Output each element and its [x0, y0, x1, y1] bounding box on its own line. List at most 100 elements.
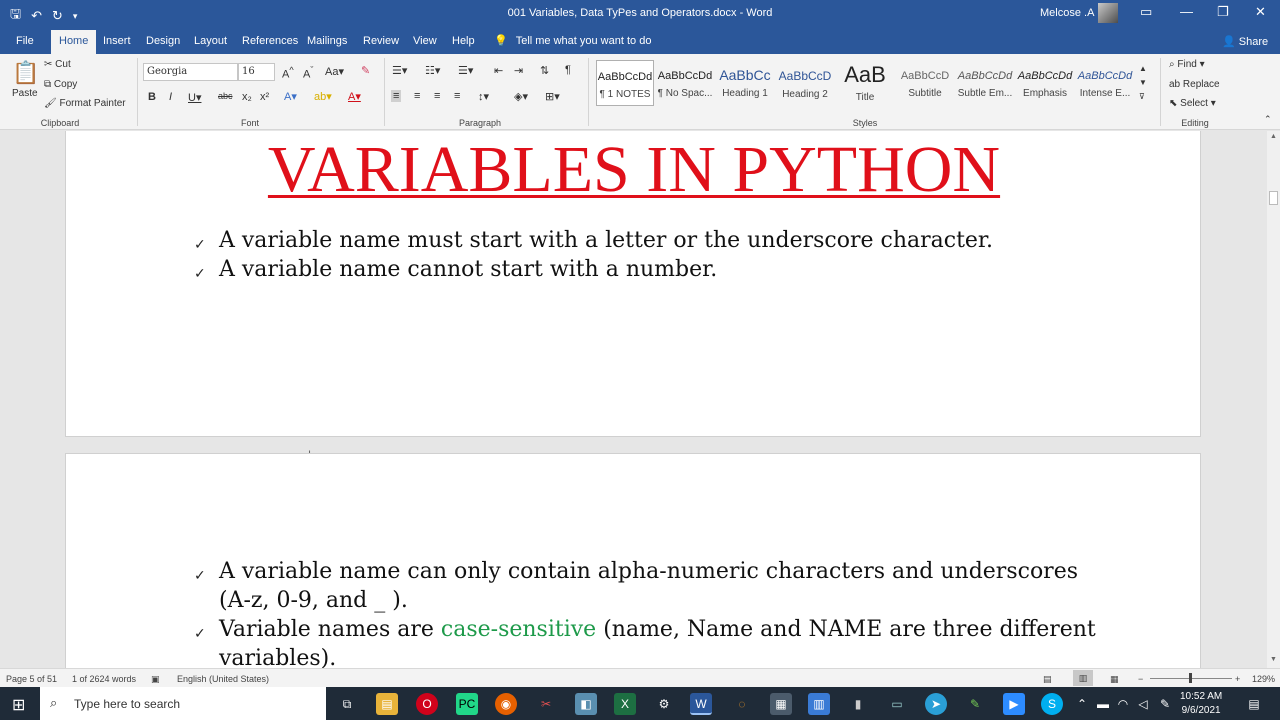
page[interactable]: ✓ A variable name can only contain alpha…: [65, 453, 1201, 668]
user-name[interactable]: Melcose .A: [1040, 7, 1094, 19]
style-heading-1[interactable]: AaBbCc Heading 1: [716, 60, 774, 106]
word-count[interactable]: 1 of 2624 words: [72, 674, 136, 684]
font-size-combo[interactable]: 16: [238, 63, 275, 81]
firefox-icon[interactable]: ◉: [495, 693, 517, 715]
chevron-up-icon[interactable]: ⌃: [1074, 693, 1090, 715]
app-icon[interactable]: ▭: [886, 693, 908, 715]
decrease-indent-icon[interactable]: ⇤: [494, 64, 503, 77]
zoom-out-icon[interactable]: −: [1138, 674, 1143, 684]
page[interactable]: VARIABLES IN PYTHON ✓ A variable name mu…: [65, 131, 1201, 437]
notifications-icon[interactable]: ▤: [1243, 693, 1265, 715]
excel-icon[interactable]: X: [614, 693, 636, 715]
find-button[interactable]: ⌕ Find ▾: [1169, 59, 1205, 70]
image-viewer-icon[interactable]: ✎: [964, 693, 986, 715]
grow-font-icon[interactable]: A^: [282, 65, 294, 81]
tab-home[interactable]: Home: [51, 30, 97, 54]
paste-button[interactable]: Paste: [12, 88, 38, 99]
skype-icon[interactable]: S: [1041, 693, 1063, 715]
avatar[interactable]: [1098, 3, 1118, 23]
multilevel-list-icon[interactable]: ☰▾: [458, 64, 473, 77]
app-icon[interactable]: ▥: [808, 693, 830, 715]
tab-file[interactable]: File: [16, 35, 34, 47]
scroll-up-icon[interactable]: ▲: [1270, 133, 1277, 140]
styles-gallery-scroll-icon[interactable]: ▲ ▼ ⊽: [1139, 62, 1147, 104]
clear-formatting-icon[interactable]: ✎: [361, 64, 370, 77]
tab-view[interactable]: View: [413, 35, 437, 47]
tell-me-box[interactable]: 💡 Tell me what you want to do: [494, 34, 651, 48]
file-explorer-icon[interactable]: ▤: [376, 693, 398, 715]
select-button[interactable]: ⬉ Select ▾: [1169, 98, 1216, 109]
style-subtitle[interactable]: AaBbCcD Subtitle: [896, 60, 954, 106]
task-view-icon[interactable]: ⧉: [336, 693, 358, 715]
increase-indent-icon[interactable]: ⇥: [514, 64, 523, 77]
calculator-icon[interactable]: ▦: [770, 693, 792, 715]
shading-icon[interactable]: ◈▾: [514, 90, 528, 103]
tab-help[interactable]: Help: [452, 35, 475, 47]
style-emphasis[interactable]: AaBbCcDd Emphasis: [1016, 60, 1074, 106]
tab-mailings[interactable]: Mailings: [307, 35, 347, 47]
subscript-icon[interactable]: x₂: [242, 91, 252, 103]
jupyter-icon[interactable]: ◌: [731, 693, 753, 715]
pen-icon[interactable]: ✎: [1156, 693, 1174, 715]
style-intense-emphasis[interactable]: AaBbCcDd Intense E...: [1076, 60, 1134, 106]
numbering-icon[interactable]: ☷▾: [425, 64, 440, 77]
copy-button[interactable]: ⧉ Copy: [44, 79, 77, 90]
underline-icon[interactable]: U▾: [188, 91, 201, 104]
device-icon[interactable]: ▮: [847, 693, 869, 715]
style-no-spacing[interactable]: AaBbCcDd ¶ No Spac...: [656, 60, 714, 106]
minimize-icon[interactable]: —: [1180, 4, 1193, 19]
windows-start-icon[interactable]: ⊞: [12, 695, 25, 715]
paste-icon[interactable]: 📋: [12, 60, 39, 86]
page-count[interactable]: Page 5 of 51: [6, 674, 57, 684]
bold-icon[interactable]: B: [148, 91, 156, 103]
text-effects-icon[interactable]: A▾: [284, 90, 297, 103]
tab-review[interactable]: Review: [363, 35, 399, 47]
app-icon[interactable]: ◧: [575, 693, 597, 715]
change-case-icon[interactable]: Aa▾: [325, 65, 344, 78]
bullets-icon[interactable]: ☰▾: [392, 64, 407, 77]
taskbar-search[interactable]: ⌕ Type here to search: [40, 687, 326, 720]
snipping-tool-icon[interactable]: ✂: [535, 693, 557, 715]
style-title[interactable]: AaB Title: [836, 60, 894, 106]
highlight-icon[interactable]: ab▾: [314, 90, 332, 103]
show-formatting-icon[interactable]: ¶: [565, 64, 571, 76]
zoom-level[interactable]: 129%: [1252, 674, 1275, 684]
settings-icon[interactable]: ⚙: [653, 693, 675, 715]
cut-button[interactable]: ✂ Cut: [44, 59, 71, 70]
italic-icon[interactable]: I: [169, 91, 172, 103]
zoom-slider-thumb[interactable]: [1189, 673, 1192, 683]
tab-layout[interactable]: Layout: [194, 35, 227, 47]
print-layout-icon[interactable]: ▥: [1073, 670, 1093, 686]
maximize-icon[interactable]: ❐: [1217, 4, 1229, 20]
superscript-icon[interactable]: x²: [260, 91, 269, 103]
line-spacing-icon[interactable]: ↕▾: [478, 90, 489, 103]
tab-design[interactable]: Design: [146, 35, 180, 47]
borders-icon[interactable]: ⊞▾: [545, 90, 560, 103]
opera-icon[interactable]: O: [416, 693, 438, 715]
strikethrough-icon[interactable]: abc: [218, 91, 233, 101]
align-center-icon[interactable]: ≡: [414, 90, 420, 102]
style-1-notes[interactable]: AaBbCcDd ¶ 1 NOTES: [596, 60, 654, 106]
zoom-icon[interactable]: ▶: [1003, 693, 1025, 715]
close-icon[interactable]: ✕: [1255, 4, 1266, 20]
collapse-ribbon-icon[interactable]: ⌃: [1264, 114, 1272, 125]
word-icon[interactable]: W: [690, 693, 712, 715]
volume-icon[interactable]: ◁: [1134, 693, 1152, 715]
replace-button[interactable]: ab Replace: [1169, 79, 1220, 90]
tab-references[interactable]: References: [242, 35, 298, 47]
tab-insert[interactable]: Insert: [103, 35, 131, 47]
align-right-icon[interactable]: ≡: [434, 90, 440, 102]
scrollbar-thumb[interactable]: [1269, 191, 1278, 205]
align-left-icon[interactable]: ≡: [391, 90, 402, 102]
font-name-combo[interactable]: Georgia: [143, 63, 238, 81]
proofing-icon[interactable]: ▣: [151, 674, 160, 685]
read-mode-icon[interactable]: ▤: [1043, 674, 1052, 685]
telegram-icon[interactable]: ➤: [925, 693, 947, 715]
format-painter-button[interactable]: 🖌 Format Painter: [44, 98, 126, 109]
justify-icon[interactable]: ≡: [454, 90, 460, 102]
document-area[interactable]: VARIABLES IN PYTHON ✓ A variable name mu…: [0, 131, 1267, 668]
ribbon-display-options-icon[interactable]: ▭: [1140, 4, 1152, 20]
share-button[interactable]: 👤 Share: [1222, 35, 1268, 48]
zoom-in-icon[interactable]: +: [1235, 674, 1240, 684]
language-indicator[interactable]: English (United States): [177, 674, 269, 684]
